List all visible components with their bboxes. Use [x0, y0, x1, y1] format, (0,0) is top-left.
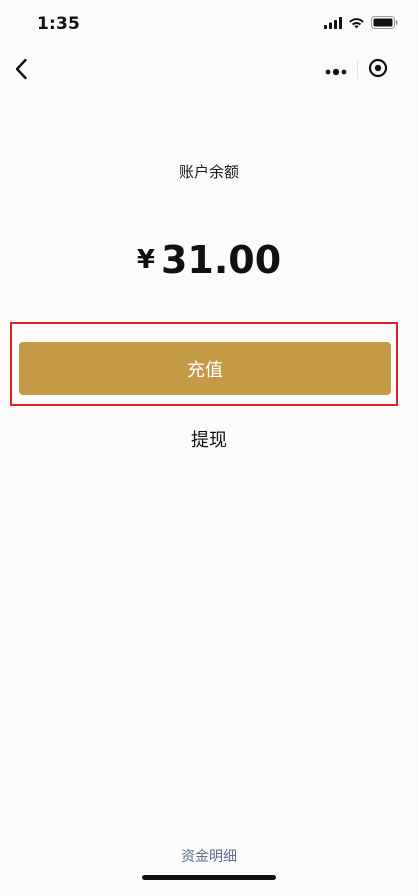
nav-bar [0, 48, 418, 94]
chevron-left-icon [14, 58, 28, 84]
balance-label: 账户余额 [178, 163, 239, 181]
currency-symbol: ¥ [136, 245, 155, 275]
close-miniprogram-button[interactable] [358, 54, 399, 86]
recharge-button[interactable]: 充值 [19, 342, 391, 395]
more-dots-icon [325, 61, 347, 80]
withdraw-button[interactable]: 提现 [0, 426, 418, 452]
status-time: 1:35 [37, 14, 81, 34]
battery-icon [371, 14, 398, 33]
status-bar: 1:35 [0, 0, 418, 48]
mini-program-capsule [316, 54, 398, 86]
target-circle-icon [368, 58, 388, 82]
status-icons [324, 15, 398, 31]
home-indicator [142, 875, 276, 880]
more-button[interactable] [316, 54, 357, 86]
wifi-icon [348, 14, 365, 33]
signal-icon [324, 14, 342, 33]
balance-amount: ¥31.00 [0, 238, 418, 282]
balance-value: 31.00 [160, 238, 282, 282]
back-button[interactable] [6, 56, 36, 86]
fund-details-link[interactable]: 资金明细 [0, 846, 418, 866]
